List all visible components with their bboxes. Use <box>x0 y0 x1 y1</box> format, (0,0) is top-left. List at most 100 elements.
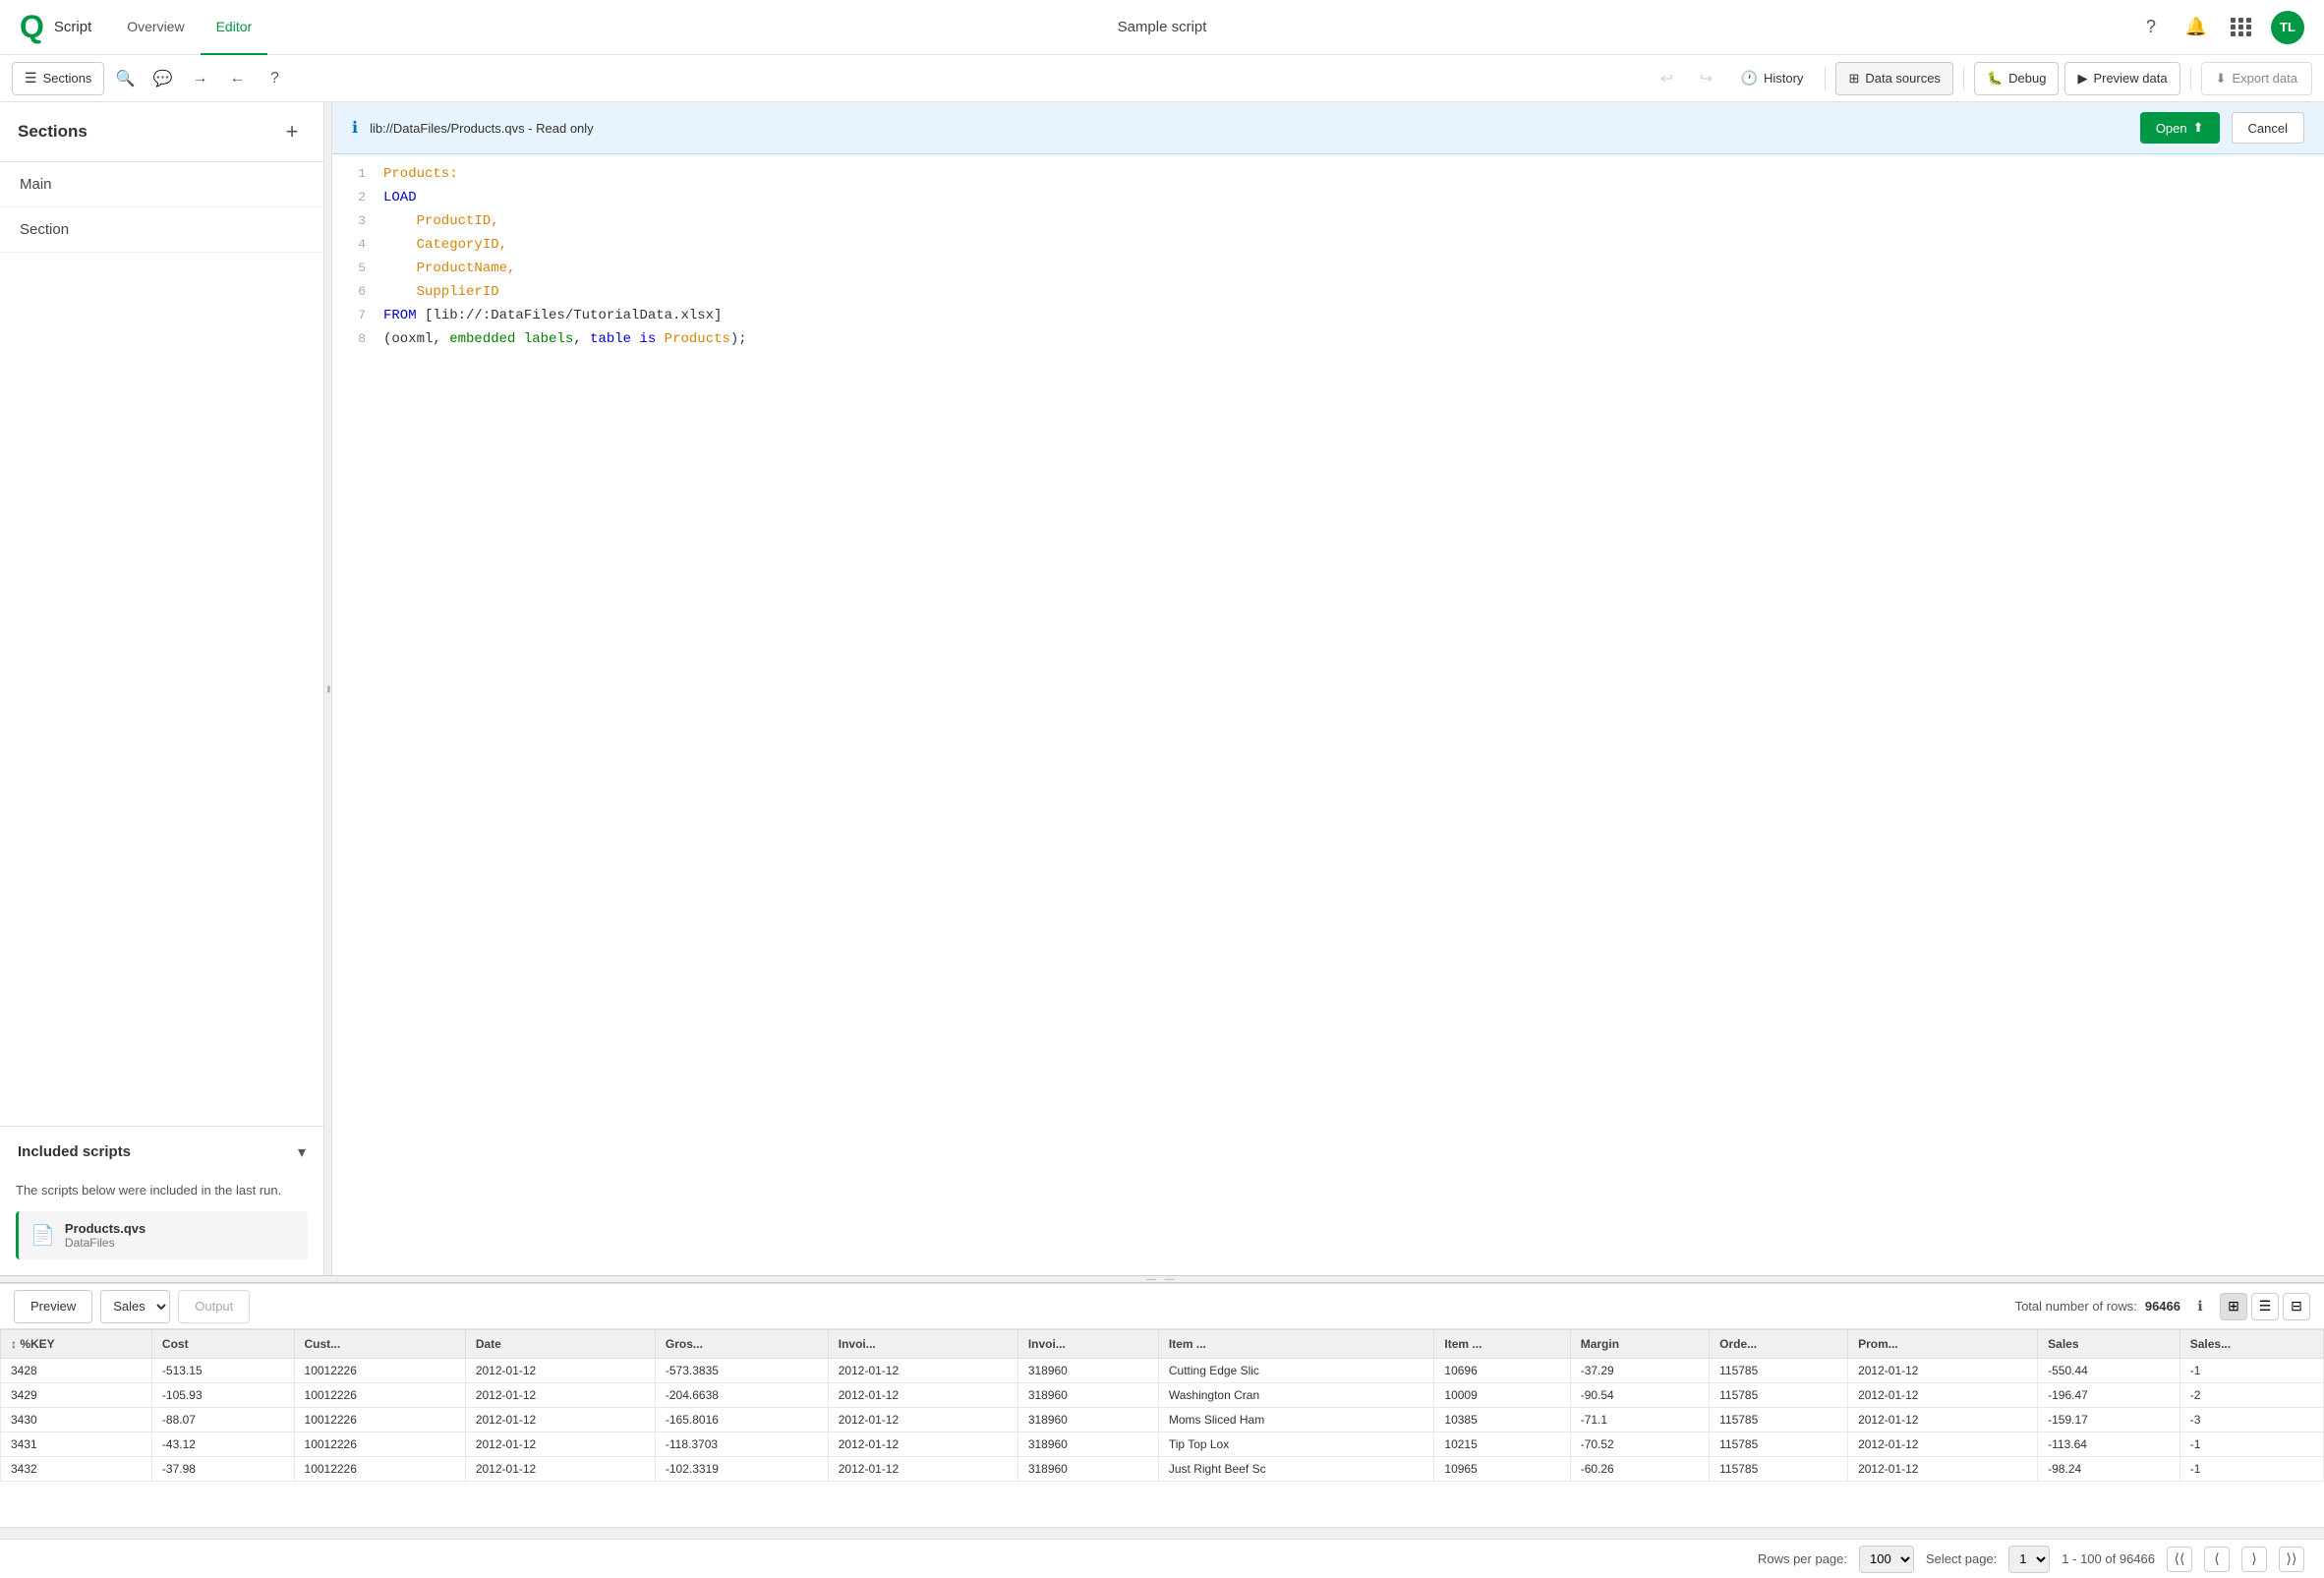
preview-btn[interactable]: Preview <box>14 1290 92 1323</box>
center-title: Sample script <box>1118 19 1207 35</box>
redo-btn[interactable]: ↪ <box>1690 62 1723 95</box>
history-icon: 🕐 <box>1741 70 1758 87</box>
help-script-btn[interactable]: ? <box>258 62 291 95</box>
cancel-btn[interactable]: Cancel <box>2232 112 2304 144</box>
page-select[interactable]: 1 <box>2008 1546 2050 1573</box>
preview-data-btn[interactable]: ▶ Preview data <box>2064 62 2179 95</box>
data-sources-btn[interactable]: ⊞ Data sources <box>1835 62 1953 95</box>
sidebar-bottom: Included scripts ▾ The scripts below wer… <box>0 1126 323 1275</box>
col-invoi2[interactable]: Invoi... <box>1017 1330 1158 1359</box>
horizontal-scrollbar[interactable] <box>0 1527 2324 1539</box>
table-row: 3431-43.12100122262012-01-12-118.3703201… <box>1 1432 2324 1457</box>
avatar[interactable]: TL <box>2271 11 2304 44</box>
included-scripts-body: The scripts below were included in the l… <box>0 1178 323 1275</box>
last-page-btn[interactable]: ⟩⟩ <box>2279 1547 2304 1572</box>
nav-icons: ? 🔔 TL <box>2135 11 2304 44</box>
info-icon: ℹ <box>352 118 358 138</box>
search-btn[interactable]: 🔍 <box>108 62 142 95</box>
preview-toolbar: Preview Sales Output Total number of row… <box>0 1284 2324 1329</box>
prev-page-btn[interactable]: ⟨ <box>2204 1547 2230 1572</box>
col-invoi1[interactable]: Invoi... <box>828 1330 1017 1359</box>
sections-button[interactable]: ☰ Sections <box>12 62 104 95</box>
resize-handle[interactable]: • • • <box>324 102 332 1275</box>
line-number-3: 3 <box>332 209 383 233</box>
debug-btn[interactable]: 🐛 Debug <box>1974 62 2060 95</box>
main-layout: Sections + Main Section Included scripts… <box>0 102 2324 1275</box>
total-rows-value: 96466 <box>2145 1299 2180 1314</box>
app-title: Script <box>54 19 91 35</box>
col-key[interactable]: ↕ %KEY <box>1 1330 152 1359</box>
outdent-btn[interactable]: ← <box>220 62 254 95</box>
col-cust[interactable]: Cust... <box>294 1330 465 1359</box>
table-row: 3428-513.15100122262012-01-12-573.383520… <box>1 1359 2324 1383</box>
col-cost[interactable]: Cost <box>151 1330 294 1359</box>
script-file-name: Products.qvs <box>65 1221 145 1236</box>
table-row: 3429-105.93100122262012-01-12-204.663820… <box>1 1383 2324 1408</box>
col-item1[interactable]: Item ... <box>1158 1330 1434 1359</box>
col-prom[interactable]: Prom... <box>1848 1330 2038 1359</box>
line-number-4: 4 <box>332 233 383 257</box>
table-select[interactable]: Sales <box>100 1290 170 1323</box>
col-orde[interactable]: Orde... <box>1710 1330 1848 1359</box>
table-row: 3430-88.07100122262012-01-12-165.8016201… <box>1 1408 2324 1432</box>
list-view-btn[interactable]: ☰ <box>2251 1293 2279 1320</box>
columns-view-btn[interactable]: ⊟ <box>2283 1293 2310 1320</box>
comment-btn[interactable]: 💬 <box>145 62 179 95</box>
data-table-container[interactable]: ↕ %KEY Cost Cust... Date Gros... Invoi..… <box>0 1329 2324 1527</box>
undo-btn[interactable]: ↩ <box>1651 62 1684 95</box>
rows-per-page-label: Rows per page: <box>1758 1551 1847 1566</box>
preview-icon: ▶ <box>2077 71 2087 87</box>
data-sources-icon: ⊞ <box>1848 71 1859 87</box>
sidebar: Sections + Main Section Included scripts… <box>0 102 324 1275</box>
apps-icon-btn[interactable] <box>2226 12 2257 43</box>
grid-icon <box>2231 18 2252 36</box>
sidebar-header: Sections + <box>0 102 323 162</box>
help-icon-btn[interactable]: ? <box>2135 12 2167 43</box>
open-btn[interactable]: Open ⬆ <box>2140 112 2220 144</box>
history-btn[interactable]: 🕐 History <box>1729 62 1816 95</box>
code-line-2: 2 LOAD <box>332 186 2324 209</box>
next-page-btn[interactable]: ⟩ <box>2241 1547 2267 1572</box>
col-sales[interactable]: Sales <box>2038 1330 2180 1359</box>
first-page-btn[interactable]: ⟨⟨ <box>2167 1547 2192 1572</box>
rows-per-page-select[interactable]: 100 <box>1859 1546 1914 1573</box>
total-rows-label: Total number of rows: <box>2015 1299 2137 1314</box>
indent-btn[interactable]: → <box>183 62 216 95</box>
tab-editor[interactable]: Editor <box>201 0 268 55</box>
notifications-icon-btn[interactable]: 🔔 <box>2180 12 2212 43</box>
line-number-8: 8 <box>332 327 383 351</box>
bottom-divider[interactable]: — — <box>0 1275 2324 1283</box>
included-scripts-header[interactable]: Included scripts ▾ <box>0 1127 323 1178</box>
line-number-1: 1 <box>332 162 383 186</box>
code-line-3: 3 ProductID, <box>332 209 2324 233</box>
tab-overview[interactable]: Overview <box>111 0 200 55</box>
code-line-5: 5 ProductName, <box>332 257 2324 280</box>
export-icon: ⬇ <box>2216 71 2227 87</box>
page-range: 1 - 100 of 96466 <box>2062 1551 2155 1566</box>
line-number-5: 5 <box>332 257 383 280</box>
debug-icon: 🐛 <box>1987 71 2003 87</box>
col-sales2[interactable]: Sales... <box>2179 1330 2323 1359</box>
col-date[interactable]: Date <box>465 1330 655 1359</box>
line-number-2: 2 <box>332 186 383 209</box>
nav-tabs: Overview Editor <box>111 0 267 55</box>
col-gros[interactable]: Gros... <box>655 1330 828 1359</box>
open-icon: ⬆ <box>2193 120 2204 136</box>
readonly-text: lib://DataFiles/Products.qvs - Read only <box>370 121 2128 136</box>
col-margin[interactable]: Margin <box>1570 1330 1709 1359</box>
info-rows-icon[interactable]: ℹ <box>2188 1295 2212 1318</box>
script-file-item[interactable]: 📄 Products.qvs DataFiles <box>16 1211 308 1259</box>
add-section-btn[interactable]: + <box>278 118 306 146</box>
grid-view-btn[interactable]: ⊞ <box>2220 1293 2247 1320</box>
section-item-main[interactable]: Main <box>0 162 323 207</box>
code-line-8: 8 (ooxml, embedded labels, table is Prod… <box>332 327 2324 351</box>
col-item2[interactable]: Item ... <box>1434 1330 1570 1359</box>
export-data-btn[interactable]: ⬇ Export data <box>2201 62 2312 95</box>
section-item-section[interactable]: Section <box>0 207 323 253</box>
code-line-1: 1 Products: <box>332 162 2324 186</box>
output-btn[interactable]: Output <box>178 1290 250 1323</box>
table-row: 3432-37.98100122262012-01-12-102.3319201… <box>1 1457 2324 1482</box>
editor-area: ℹ lib://DataFiles/Products.qvs - Read on… <box>332 102 2324 1275</box>
code-editor[interactable]: 1 Products: 2 LOAD 3 ProductID, 4 Catego… <box>332 154 2324 1275</box>
file-icon: 📄 <box>30 1223 55 1248</box>
